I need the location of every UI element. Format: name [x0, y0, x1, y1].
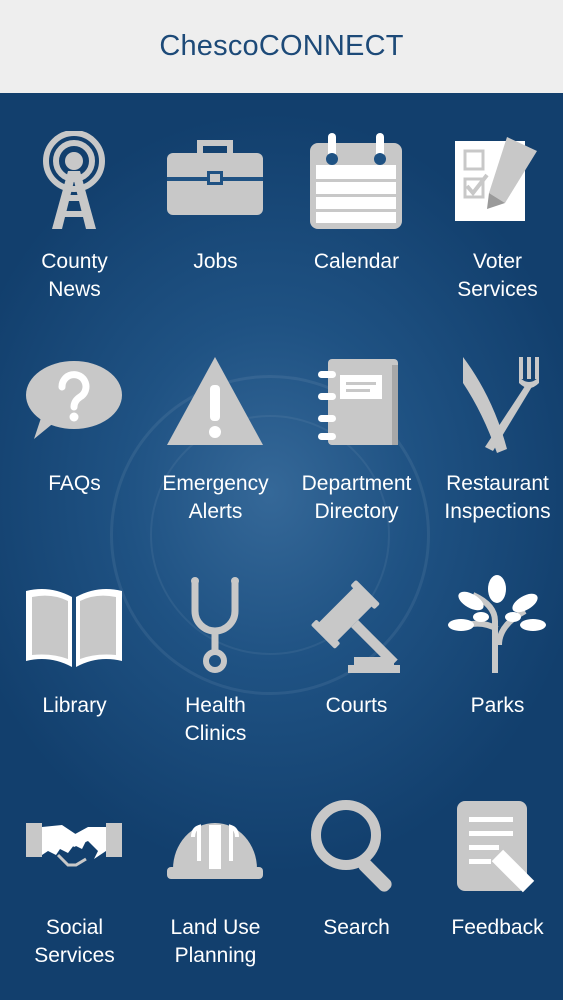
tile-parks[interactable]: Parks: [427, 537, 563, 747]
tile-faqs[interactable]: FAQs: [4, 315, 145, 525]
tile-health-clinics[interactable]: Health Clinics: [145, 537, 286, 747]
app-screen: ChescoCONNECT County News Jobs Calendar …: [0, 0, 563, 1000]
app-header: ChescoCONNECT: [0, 0, 563, 93]
open-book-icon: [26, 589, 122, 667]
tile-label: Courts: [325, 694, 388, 717]
tile-label: Social Services: [34, 916, 115, 967]
gavel-icon: [311, 580, 400, 673]
tile-department-directory[interactable]: Department Directory: [286, 315, 427, 525]
knife-fork-icon: [463, 357, 539, 453]
tile-county-news[interactable]: County News: [4, 93, 145, 303]
hard-hat-icon: [167, 823, 263, 879]
tile-label: Feedback: [451, 916, 544, 939]
tile-land-use-planning[interactable]: Land Use Planning: [145, 759, 286, 969]
tile-restaurant-inspections[interactable]: Restaurant Inspections: [427, 315, 563, 525]
tile-label: Calendar: [313, 250, 400, 273]
menu-grid: County News Jobs Calendar Voter Services…: [0, 93, 563, 1000]
tree-icon: [448, 575, 546, 673]
tile-courts[interactable]: Courts: [286, 537, 427, 747]
magnifier-icon: [311, 800, 392, 892]
broadcast-tower-icon: [43, 131, 105, 229]
tile-feedback[interactable]: Feedback: [427, 759, 563, 969]
tile-calendar[interactable]: Calendar: [286, 93, 427, 303]
ballot-checkbox-icon: [455, 137, 537, 221]
tile-label: Parks: [470, 694, 525, 717]
calendar-icon: [310, 133, 402, 229]
stethoscope-icon: [191, 577, 239, 673]
tile-label: Health Clinics: [184, 694, 247, 745]
tile-label: FAQs: [48, 472, 101, 495]
app-title: ChescoCONNECT: [159, 30, 404, 62]
tile-library[interactable]: Library: [4, 537, 145, 747]
tile-search[interactable]: Search: [286, 759, 427, 969]
tile-label: County News: [41, 250, 108, 301]
warning-triangle-icon: [167, 357, 263, 445]
tile-label: Library: [42, 694, 107, 717]
tile-jobs[interactable]: Jobs: [145, 93, 286, 303]
briefcase-icon: [167, 140, 263, 215]
question-bubble-icon: [26, 361, 122, 439]
tile-label: Land Use Planning: [170, 916, 261, 967]
handshake-icon: [26, 823, 122, 867]
tile-emergency-alerts[interactable]: Emergency Alerts: [145, 315, 286, 525]
tile-label: Jobs: [193, 250, 238, 273]
tile-label: Search: [323, 916, 390, 939]
tile-label: Department Directory: [301, 472, 412, 523]
document-pen-icon: [457, 801, 535, 893]
tile-label: Emergency Alerts: [162, 472, 269, 523]
tile-social-services[interactable]: Social Services: [4, 759, 145, 969]
tile-voter-services[interactable]: Voter Services: [427, 93, 563, 303]
address-book-icon: [318, 359, 398, 445]
tile-label: Voter Services: [457, 250, 538, 301]
tile-label: Restaurant Inspections: [444, 472, 551, 523]
